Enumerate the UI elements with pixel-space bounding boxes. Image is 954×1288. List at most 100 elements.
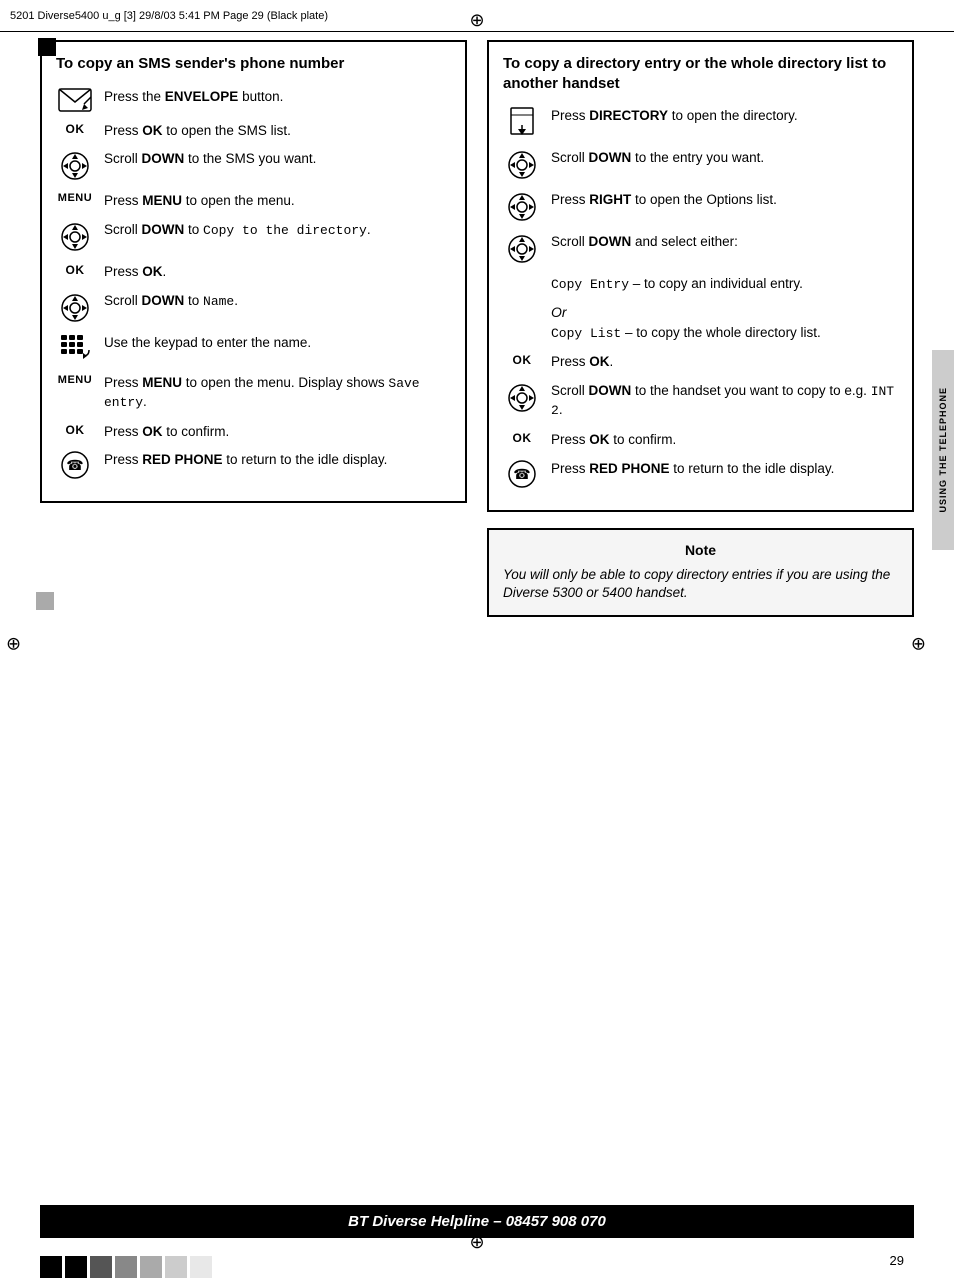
step4-text: Press MENU to open the menu. (104, 192, 451, 211)
scroll-icon (503, 382, 541, 414)
instr-row: Scroll DOWN to the handset you want to c… (503, 382, 898, 420)
note-title: Note (503, 542, 898, 558)
r-step9-text: Press OK to confirm. (551, 431, 898, 450)
ok-label: OK (513, 353, 532, 367)
footer-text: BT Diverse Helpline – 08457 908 070 (348, 1213, 606, 1230)
instr-row: Use the keypad to enter the name. (56, 334, 451, 364)
ok-label: OK (66, 122, 85, 136)
reg-mark-top: ⊕ (469, 10, 484, 31)
header-text: 5201 Diverse5400 u_g [3] 29/8/03 5:41 PM… (10, 10, 328, 22)
menu-label: MENU (58, 192, 92, 204)
right-column: To copy a directory entry or the whole d… (487, 40, 914, 1198)
instr-row: ☎ Press RED PHONE to return to the idle … (56, 451, 451, 479)
gray-sq-4 (165, 1256, 187, 1278)
gray-sq-5 (190, 1256, 212, 1278)
step1-text: Press the ENVELOPE button. (104, 88, 451, 107)
gray-sq-2 (115, 1256, 137, 1278)
top-left-black-sq (38, 38, 56, 56)
ok-icon: OK (56, 423, 94, 437)
instr-row: Copy Entry – to copy an individual entry… (503, 275, 898, 294)
instr-row: Press RIGHT to open the Options list. (503, 191, 898, 223)
red-phone-icon: ☎ (503, 460, 541, 488)
note-text: You will only be able to copy directory … (503, 566, 898, 604)
instr-row: Copy List – to copy the whole directory … (503, 324, 898, 343)
step8-text: Use the keypad to enter the name. (104, 334, 451, 353)
scroll-icon (503, 149, 541, 181)
gray-sq-3 (140, 1256, 162, 1278)
instr-row: MENU Press MENU to open the menu. (56, 192, 451, 211)
instr-row: OK Press OK. (503, 353, 898, 372)
gray-sq-1 (90, 1256, 112, 1278)
ok-icon: OK (503, 431, 541, 445)
black-squares (40, 1256, 212, 1278)
envelope-icon (56, 88, 94, 112)
r-step1-text: Press DIRECTORY to open the directory. (551, 107, 898, 126)
step3-text: Scroll DOWN to the SMS you want. (104, 150, 451, 169)
step6-text: Press OK. (104, 263, 451, 282)
reg-mark-bottom: ⊕ (469, 1232, 484, 1253)
step11-text: Press RED PHONE to return to the idle di… (104, 451, 451, 470)
scroll-icon (56, 292, 94, 324)
side-tab: USING THE TELEPHONE (932, 350, 954, 550)
right-section-box: To copy a directory entry or the whole d… (487, 40, 914, 512)
step10-text: Press OK to confirm. (104, 423, 451, 442)
menu-icon: MENU (56, 374, 94, 386)
ok-label: OK (66, 263, 85, 277)
ok-icon: OK (56, 122, 94, 136)
ok-label: OK (513, 431, 532, 445)
r-step3-text: Press RIGHT to open the Options list. (551, 191, 898, 210)
r-step10-text: Press RED PHONE to return to the idle di… (551, 460, 898, 479)
scroll-icon (503, 191, 541, 223)
instr-row: OK Press OK. (56, 263, 451, 282)
instr-row: Scroll DOWN and select either: (503, 233, 898, 265)
keypad-icon (56, 334, 94, 364)
svg-text:☎: ☎ (513, 466, 530, 482)
directory-icon (503, 107, 541, 139)
right-section-title: To copy a directory entry or the whole d… (503, 54, 898, 93)
black-sq-2 (65, 1256, 87, 1278)
r-step5-text: Copy Entry – to copy an individual entry… (551, 275, 898, 294)
instr-row: OK Press OK to confirm. (56, 423, 451, 442)
r-step4-text: Scroll DOWN and select either: (551, 233, 898, 252)
left-column: To copy an SMS sender's phone number Pre… (40, 40, 467, 1198)
scroll-icon (56, 150, 94, 182)
step2-text: Press OK to open the SMS list. (104, 122, 451, 141)
side-tab-text: USING THE TELEPHONE (938, 387, 948, 513)
menu-label: MENU (58, 374, 92, 386)
reg-mark-left: ⊕ (6, 634, 21, 655)
red-phone-icon: ☎ (56, 451, 94, 479)
left-section-box: To copy an SMS sender's phone number Pre… (40, 40, 467, 503)
ok-icon: OK (503, 353, 541, 367)
r-step8-text: Scroll DOWN to the handset you want to c… (551, 382, 898, 420)
left-gray-sq (36, 592, 54, 610)
svg-text:☎: ☎ (66, 457, 83, 473)
reg-mark-right: ⊕ (911, 634, 926, 655)
black-sq-1 (40, 1256, 62, 1278)
r-step2-text: Scroll DOWN to the entry you want. (551, 149, 898, 168)
instr-row: ☎ Press RED PHONE to return to the idle … (503, 460, 898, 488)
main-content: To copy an SMS sender's phone number Pre… (40, 40, 914, 1198)
instr-row: Scroll DOWN to the SMS you want. (56, 150, 451, 182)
step9-text: Press MENU to open the menu. Display sho… (104, 374, 451, 412)
instr-row: Scroll DOWN to Copy to the directory. (56, 221, 451, 253)
ok-label: OK (66, 423, 85, 437)
r-step6-text: Copy List – to copy the whole directory … (551, 324, 898, 343)
instr-row: Scroll DOWN to Name. (56, 292, 451, 324)
r-step7-text: Press OK. (551, 353, 898, 372)
scroll-icon (56, 221, 94, 253)
instr-row: MENU Press MENU to open the menu. Displa… (56, 374, 451, 412)
note-box: Note You will only be able to copy direc… (487, 528, 914, 618)
step7-text: Scroll DOWN to Name. (104, 292, 451, 311)
or-divider: Or (503, 304, 898, 320)
step5-text: Scroll DOWN to Copy to the directory. (104, 221, 451, 240)
left-section-title: To copy an SMS sender's phone number (56, 54, 451, 74)
menu-icon: MENU (56, 192, 94, 204)
instr-row: OK Press OK to open the SMS list. (56, 122, 451, 141)
page-number: 29 (890, 1253, 904, 1268)
instr-row: Press DIRECTORY to open the directory. (503, 107, 898, 139)
ok-icon: OK (56, 263, 94, 277)
instr-row: OK Press OK to confirm. (503, 431, 898, 450)
instr-row: Press the ENVELOPE button. (56, 88, 451, 112)
instr-row: Scroll DOWN to the entry you want. (503, 149, 898, 181)
scroll-icon (503, 233, 541, 265)
